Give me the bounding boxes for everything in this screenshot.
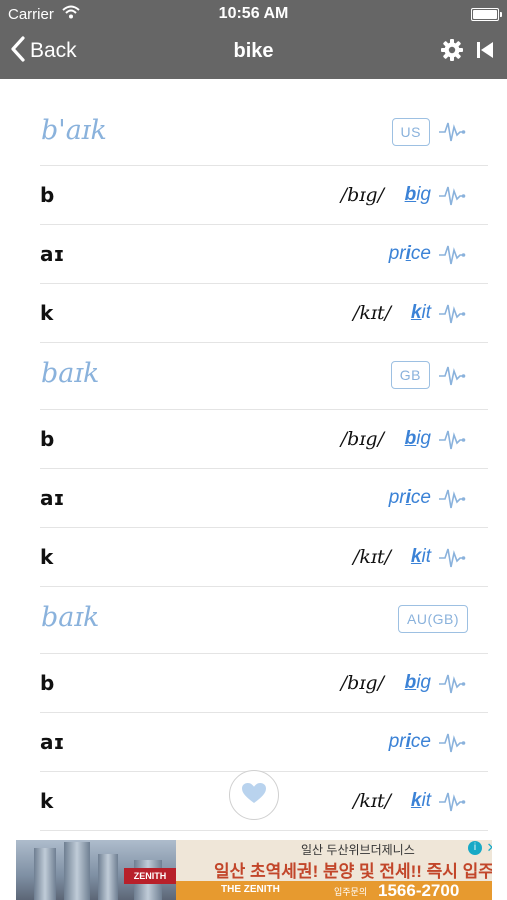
example-word-link[interactable]: big	[405, 184, 431, 206]
phoneme-row: b /bɪg/ big	[40, 654, 488, 713]
top-bar: Carrier 10:56 AM Back bike	[0, 0, 507, 79]
example-word-highlight: k	[410, 302, 422, 323]
waveform-icon[interactable]	[438, 184, 466, 213]
phoneme-symbol: aɪ	[40, 730, 65, 754]
example-word-link[interactable]: kit	[411, 546, 431, 568]
section-header-gb: baɪk GB	[40, 343, 488, 410]
example-word-link[interactable]: price	[389, 243, 431, 265]
waveform-icon[interactable]	[438, 487, 466, 516]
waveform-icon[interactable]	[438, 364, 466, 393]
phoneme-symbol: b	[40, 183, 55, 207]
ipa-transcription: b'aɪk	[41, 115, 107, 146]
ad-info-icon[interactable]: i	[468, 841, 482, 855]
ipa-transcription: baɪk	[41, 358, 100, 389]
example-word-suffix: ce	[410, 487, 431, 508]
phoneme-row: aɪ price	[40, 713, 488, 772]
phoneme-row: b /bɪg/ big	[40, 410, 488, 469]
gear-icon[interactable]	[441, 39, 463, 66]
example-word-link[interactable]: big	[405, 428, 431, 450]
region-badge: AU(GB)	[398, 605, 468, 633]
example-ipa: /bɪg/	[340, 184, 384, 206]
ad-phone: 1566-2700	[378, 881, 460, 900]
heart-icon	[241, 782, 267, 809]
section-header-us: b'aɪk US	[40, 79, 488, 166]
example-word-link[interactable]: kit	[411, 790, 431, 812]
example-word-prefix: pr	[388, 243, 406, 264]
ad-top-text: 일산 두산위브더제니스	[301, 843, 415, 857]
phoneme-symbol: k	[40, 789, 54, 813]
phoneme-row: aɪ price	[40, 225, 488, 284]
ad-main-text: 일산 초역세권! 분양 및 전세!! 즉시 입주	[214, 862, 492, 881]
phoneme-symbol: b	[40, 671, 55, 695]
phoneme-symbol: k	[40, 545, 54, 569]
example-word-highlight: b	[404, 672, 417, 693]
waveform-icon[interactable]	[438, 302, 466, 331]
pronunciation-list: b'aɪk US b /bɪg/ big aɪ price k /kɪt/ ki…	[40, 79, 488, 831]
example-word-highlight: k	[410, 546, 422, 567]
phoneme-symbol: aɪ	[40, 242, 65, 266]
ad-banner[interactable]: ZENITH 일산 두산위브더제니스 일산 초역세권! 분양 및 전세!! 즉시…	[16, 840, 492, 900]
ad-close-icon[interactable]: ✕	[485, 841, 492, 855]
waveform-icon[interactable]	[438, 546, 466, 575]
example-word-prefix: pr	[388, 731, 406, 752]
example-word-suffix: ig	[416, 672, 431, 693]
waveform-icon[interactable]	[438, 672, 466, 701]
section-header-au: baɪk AU(GB)	[40, 587, 488, 654]
example-word-highlight: k	[410, 790, 422, 811]
phoneme-row: aɪ price	[40, 469, 488, 528]
waveform-icon[interactable]	[438, 428, 466, 457]
example-ipa: /bɪg/	[340, 428, 384, 450]
favorite-button[interactable]	[229, 770, 279, 820]
status-time: 10:56 AM	[218, 5, 289, 22]
ad-brand: THE ZENITH	[221, 884, 280, 895]
ad-logo: ZENITH	[124, 868, 176, 884]
ad-contact-label: 입주문의	[334, 887, 368, 897]
battery-icon	[471, 8, 502, 21]
example-word-link[interactable]: price	[389, 731, 431, 753]
waveform-icon[interactable]	[438, 790, 466, 819]
example-word-link[interactable]: price	[389, 487, 431, 509]
skip-back-icon[interactable]	[476, 41, 494, 64]
ipa-transcription: baɪk	[41, 602, 100, 633]
example-word-suffix: ce	[410, 731, 431, 752]
example-ipa: /kɪt/	[352, 302, 391, 324]
status-bar: Carrier 10:56 AM	[0, 0, 507, 28]
phoneme-row: k /kɪt/ kit	[40, 284, 488, 343]
waveform-icon[interactable]	[438, 731, 466, 760]
example-ipa: /kɪt/	[352, 790, 391, 812]
example-word-link[interactable]: big	[405, 672, 431, 694]
phoneme-row: k /kɪt/ kit	[40, 528, 488, 587]
navigation-bar: Back bike	[0, 28, 507, 79]
phoneme-symbol: k	[40, 301, 54, 325]
phoneme-symbol: b	[40, 427, 55, 451]
example-ipa: /kɪt/	[352, 546, 391, 568]
waveform-icon[interactable]	[438, 243, 466, 272]
example-word-suffix: ig	[416, 428, 431, 449]
example-word-prefix: pr	[388, 487, 406, 508]
example-word-link[interactable]: kit	[411, 302, 431, 324]
phoneme-symbol: aɪ	[40, 486, 65, 510]
example-word-suffix: ce	[410, 243, 431, 264]
example-ipa: /bɪg/	[340, 672, 384, 694]
example-word-highlight: b	[404, 184, 417, 205]
region-badge: US	[391, 118, 430, 146]
region-badge: GB	[390, 361, 430, 389]
phoneme-row: b /bɪg/ big	[40, 166, 488, 225]
waveform-icon[interactable]	[438, 120, 466, 149]
example-word-highlight: b	[404, 428, 417, 449]
example-word-suffix: it	[421, 790, 432, 811]
example-word-suffix: it	[421, 302, 432, 323]
example-word-suffix: it	[421, 546, 432, 567]
example-word-suffix: ig	[416, 184, 431, 205]
page-title: bike	[233, 40, 274, 62]
